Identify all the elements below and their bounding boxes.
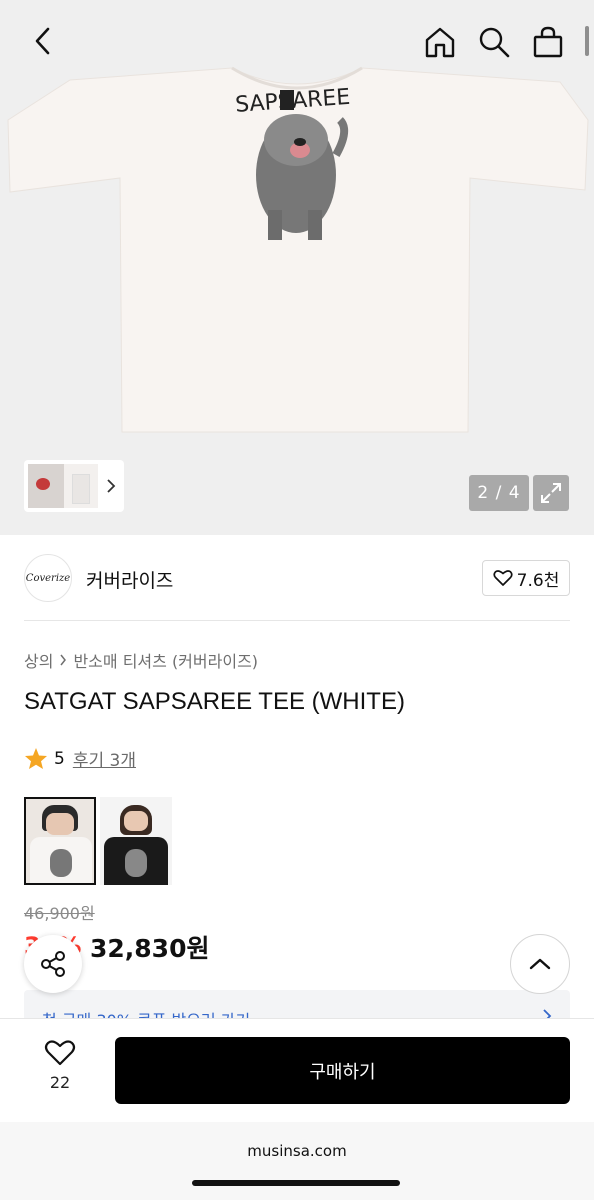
image-thumbnail-strip[interactable] (24, 460, 124, 512)
breadcrumb: 상의 반소매 티셔츠 (커버라이즈) (24, 648, 258, 672)
wishlist-button[interactable]: 22 (30, 1039, 90, 1092)
share-button[interactable] (24, 935, 82, 993)
thumbnail-images (28, 464, 98, 508)
product-image-gallery[interactable]: SAPSAREE (0, 0, 594, 535)
chevron-right-icon (60, 654, 67, 666)
original-price: 46,900원 (24, 904, 95, 923)
search-button[interactable] (474, 22, 514, 62)
product-main-image: SAPSAREE (7, 66, 589, 433)
divider (24, 620, 570, 621)
brand-like-button[interactable]: 7.6천 (482, 560, 570, 596)
expand-image-button[interactable] (533, 475, 569, 511)
heart-icon (44, 1040, 76, 1066)
cart-button[interactable] (528, 22, 568, 62)
expand-icon (541, 483, 561, 503)
brand-logo[interactable]: Coverize (24, 554, 72, 602)
heart-icon (493, 570, 513, 586)
color-variants (24, 797, 172, 885)
chevron-right-icon (107, 479, 116, 493)
shopping-bag-icon (533, 26, 563, 58)
scroll-to-top-button[interactable] (510, 934, 570, 994)
chevron-left-icon (35, 27, 50, 55)
image-counter: 2 / 4 (469, 475, 529, 511)
search-icon (479, 27, 510, 58)
share-icon (41, 951, 65, 977)
variant-black[interactable] (100, 797, 172, 885)
brand-logo-text: Coverize (25, 572, 71, 584)
brand-name[interactable]: 커버라이즈 (86, 566, 173, 593)
buy-button[interactable]: 구매하기 (115, 1037, 570, 1104)
url-text: musinsa.com (247, 1142, 347, 1160)
brand-row: Coverize 커버라이즈 7.6천 (0, 535, 594, 621)
variant-white[interactable] (24, 797, 96, 885)
home-icon (425, 27, 455, 58)
home-indicator (192, 1180, 400, 1186)
star-icon (25, 748, 47, 769)
back-button[interactable] (26, 24, 60, 58)
brand-like-count: 7.6천 (516, 570, 560, 591)
top-navigation-bar (0, 0, 594, 80)
browser-address-bar[interactable]: musinsa.com (0, 1122, 594, 1200)
sale-price: 32,830원 (90, 934, 210, 963)
chevron-up-icon (529, 958, 551, 970)
rating-score: 5 (54, 748, 65, 769)
product-title: SATGAT SAPSAREE TEE (WHITE) (24, 688, 405, 715)
wishlist-count: 22 (49, 1073, 71, 1092)
breadcrumb-subcategory[interactable]: 반소매 티셔츠 (커버라이즈) (73, 648, 258, 672)
home-button[interactable] (420, 22, 460, 62)
purchase-bar: 22 구매하기 (0, 1018, 594, 1122)
breadcrumb-category[interactable]: 상의 (24, 648, 53, 672)
product-rating: 5 후기 3개 (24, 746, 136, 771)
reviews-link[interactable]: 후기 3개 (73, 746, 136, 771)
scroll-indicator (585, 26, 589, 56)
